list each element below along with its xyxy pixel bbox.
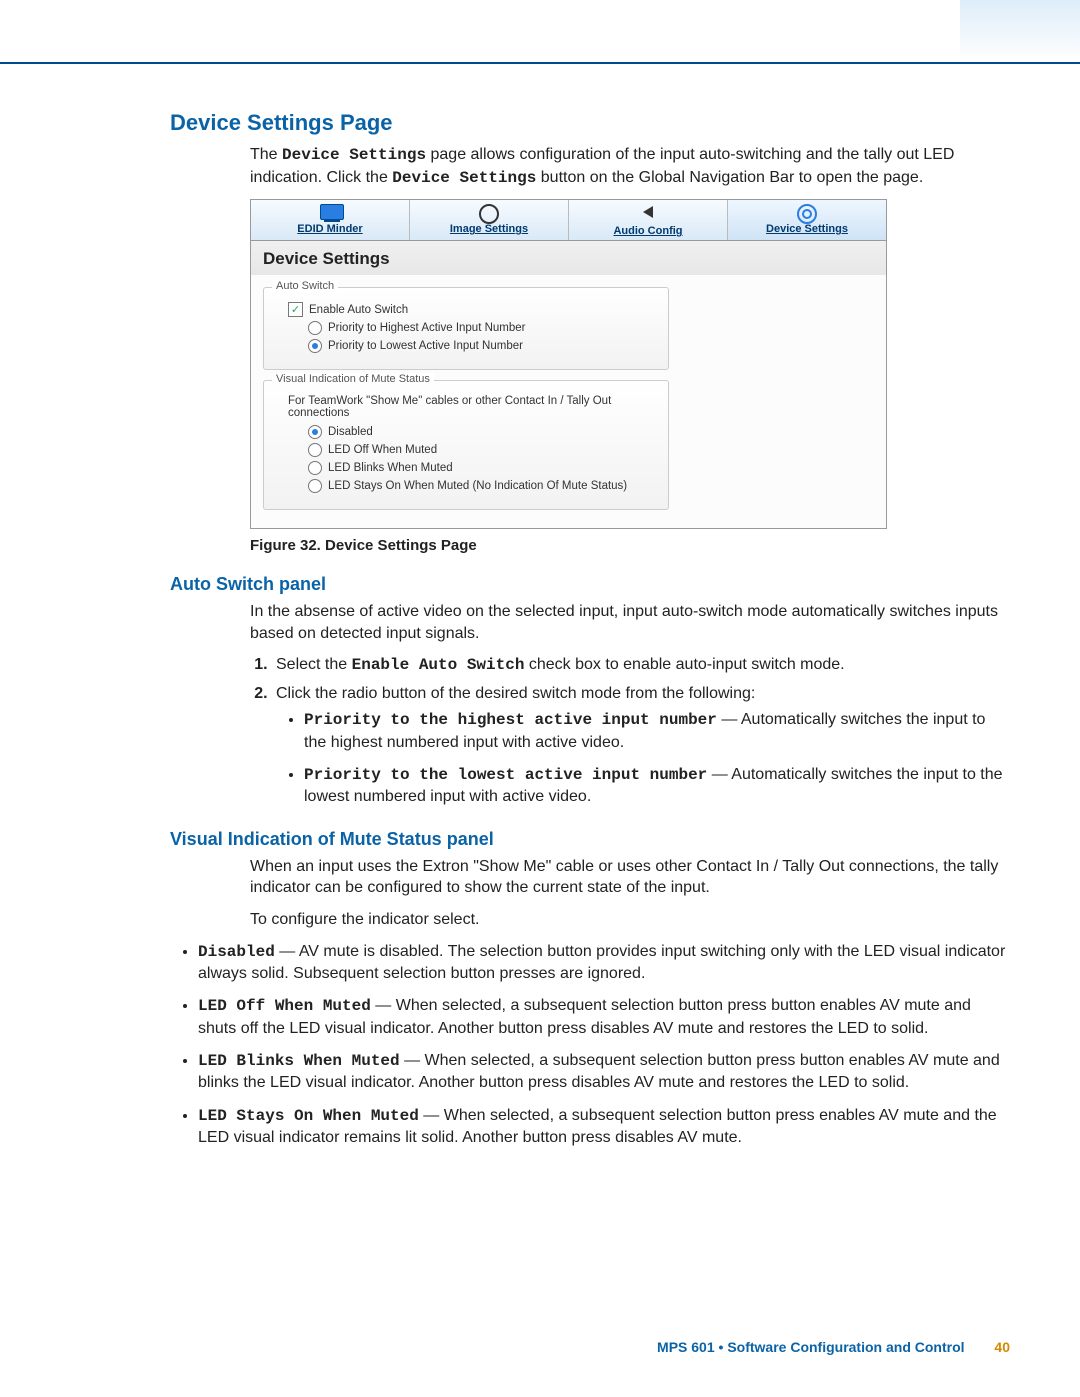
list-item: Select the Enable Auto Switch check box … [272,654,1010,676]
list-item: LED Off When Muted — When selected, a su… [198,995,1010,1040]
intro-text-after: button on the Global Navigation Bar to o… [536,169,923,186]
radio-label: LED Blinks When Muted [328,462,453,474]
radio-label: LED Off When Muted [328,444,437,456]
tab-edid-minder[interactable]: EDID Minder [251,200,410,240]
radio-label: Priority to Highest Active Input Number [328,322,526,334]
checkbox-label: Enable Auto Switch [309,304,408,316]
fieldset-legend: Visual Indication of Mute Status [272,373,434,385]
radio-priority-highest[interactable]: Priority to Highest Active Input Number [308,321,656,335]
mute-option-bullets: Disabled — AV mute is disabled. The sele… [170,941,1010,1150]
bullet-mono: Priority to the highest active input num… [304,711,717,729]
tab-label: EDID Minder [251,223,409,235]
list-item: Priority to the highest active input num… [304,709,1010,754]
intro-mono-1: Device Settings [282,146,426,164]
footer-text: MPS 601 • Software Configuration and Con… [657,1339,964,1355]
bullet-mono: LED Stays On When Muted [198,1107,419,1125]
checkbox-enable-auto-switch[interactable]: ✓ Enable Auto Switch [288,302,656,317]
bullet-desc: — AV mute is disabled. The selection but… [198,943,1005,982]
intro-paragraph: The Device Settings page allows configur… [250,144,1010,189]
figure-caption: Figure 32. Device Settings Page [250,537,1010,554]
step-text: Select the [276,656,352,673]
page-heading: Device Settings Page [170,110,1010,136]
tab-bar: EDID Minder Image Settings Audio Config … [251,200,886,241]
step-mono: Enable Auto Switch [352,656,525,674]
check-icon: ✓ [288,302,303,317]
radio-label: LED Stays On When Muted (No Indication O… [328,480,627,492]
radio-priority-lowest[interactable]: Priority to Lowest Active Input Number [308,339,656,353]
heading-auto-switch-panel: Auto Switch panel [170,574,1010,595]
radio-icon [308,321,322,335]
priority-bullets: Priority to the highest active input num… [276,709,1010,809]
fieldset-auto-switch: Auto Switch ✓ Enable Auto Switch Priorit… [263,287,669,370]
brightness-icon [479,204,499,222]
auto-switch-intro: In the absense of active video on the se… [250,601,1010,644]
header-gradient [960,0,1080,62]
panel-body: Auto Switch ✓ Enable Auto Switch Priorit… [251,275,886,528]
intro-mono-2: Device Settings [392,169,536,187]
heading-visual-mute-panel: Visual Indication of Mute Status panel [170,829,1010,850]
tab-label: Device Settings [728,223,886,235]
intro-text: The [250,146,282,163]
radio-icon [308,461,322,475]
step-text-after: check box to enable auto-input switch mo… [524,656,844,673]
step-text: Click the radio button of the desired sw… [276,685,755,702]
bullet-mono: LED Off When Muted [198,997,371,1015]
mute-config-lead: To configure the indicator select. [250,909,1010,931]
fieldset-note: For TeamWork "Show Me" cables or other C… [288,395,656,419]
radio-led-stays-on-when-muted[interactable]: LED Stays On When Muted (No Indication O… [308,479,656,493]
list-item: Disabled — AV mute is disabled. The sele… [198,941,1010,986]
mute-intro: When an input uses the Extron "Show Me" … [250,856,1010,899]
monitor-icon [320,204,340,222]
list-item: LED Blinks When Muted — When selected, a… [198,1050,1010,1095]
panel-title: Device Settings [251,241,886,275]
list-item: Priority to the lowest active input numb… [304,764,1010,809]
tab-device-settings[interactable]: Device Settings [728,200,886,240]
radio-icon [308,479,322,493]
bullet-mono: Priority to the lowest active input numb… [304,766,707,784]
radio-icon [308,339,322,353]
gear-icon [797,204,817,222]
radio-label: Priority to Lowest Active Input Number [328,340,523,352]
radio-mute-disabled[interactable]: Disabled [308,425,656,439]
fieldset-mute-status: Visual Indication of Mute Status For Tea… [263,380,669,510]
radio-icon [308,443,322,457]
bullet-mono: Disabled [198,943,275,961]
figure-device-settings: EDID Minder Image Settings Audio Config … [250,199,887,529]
header-rule [0,62,1080,64]
radio-led-off-when-muted[interactable]: LED Off When Muted [308,443,656,457]
fieldset-legend: Auto Switch [272,280,338,292]
list-item: LED Stays On When Muted — When selected,… [198,1105,1010,1150]
tab-label: Audio Config [569,225,727,237]
radio-led-blinks-when-muted[interactable]: LED Blinks When Muted [308,461,656,475]
list-item: Click the radio button of the desired sw… [272,683,1010,809]
radio-icon [308,425,322,439]
tab-image-settings[interactable]: Image Settings [410,200,569,240]
radio-label: Disabled [328,426,373,438]
auto-switch-steps: Select the Enable Auto Switch check box … [250,654,1010,808]
speaker-icon [638,206,658,224]
page-number: 40 [994,1339,1010,1355]
bullet-mono: LED Blinks When Muted [198,1052,400,1070]
page-footer: MPS 601 • Software Configuration and Con… [657,1339,1010,1355]
tab-audio-config[interactable]: Audio Config [569,200,728,240]
